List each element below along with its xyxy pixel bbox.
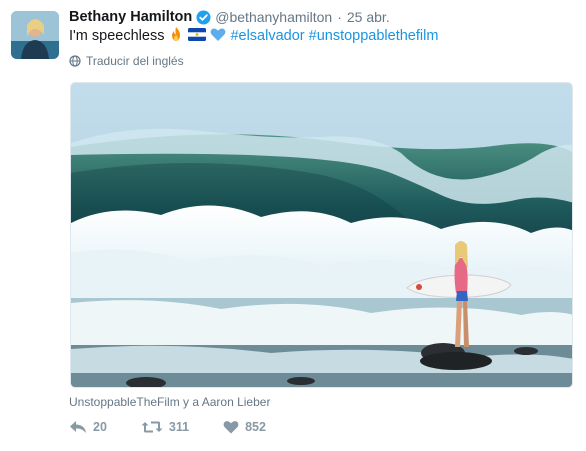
- tweet-header: Bethany Hamilton @bethanyhamilton · 25 a…: [69, 7, 390, 27]
- hashtag-link-unstoppablethefilm[interactable]: #unstoppablethefilm: [309, 28, 439, 44]
- el-salvador-flag-icon: [188, 27, 207, 45]
- tweet-photo[interactable]: [70, 82, 573, 388]
- tweet-text-content: I'm speechless: [69, 28, 165, 44]
- like-button[interactable]: 852: [223, 420, 266, 434]
- globe-icon: [69, 55, 81, 67]
- author-handle[interactable]: @bethanyhamilton: [215, 9, 332, 25]
- fire-emoji-icon: [168, 26, 184, 46]
- media-credit[interactable]: UnstoppableTheFilm y a Aaron Lieber: [69, 395, 270, 409]
- reply-button[interactable]: 20: [69, 420, 107, 434]
- translate-label: Traducir del inglés: [86, 54, 184, 68]
- avatar[interactable]: [11, 11, 59, 59]
- reply-icon: [70, 421, 86, 433]
- tweet: Bethany Hamilton @bethanyhamilton · 25 a…: [0, 0, 586, 451]
- tweet-actions: 20 311 852: [69, 420, 300, 434]
- blue-heart-icon: [210, 27, 226, 46]
- retweet-icon: [141, 421, 163, 433]
- hashtag-link-elsalvador[interactable]: #elsalvador: [230, 28, 304, 44]
- tweet-date[interactable]: 25 abr.: [347, 9, 390, 25]
- retweet-count: 311: [168, 420, 190, 434]
- retweet-button[interactable]: 311: [141, 420, 189, 434]
- tweet-text: I'm speechless #elsalvador #unstoppablet…: [69, 26, 438, 46]
- translate-link[interactable]: Traducir del inglés: [69, 54, 184, 68]
- author-name[interactable]: Bethany Hamilton: [69, 9, 192, 25]
- reply-count: 20: [93, 420, 107, 434]
- verified-badge-icon: [196, 10, 211, 25]
- header-separator: ·: [337, 9, 342, 25]
- heart-icon: [223, 421, 239, 434]
- like-count: 852: [245, 420, 266, 434]
